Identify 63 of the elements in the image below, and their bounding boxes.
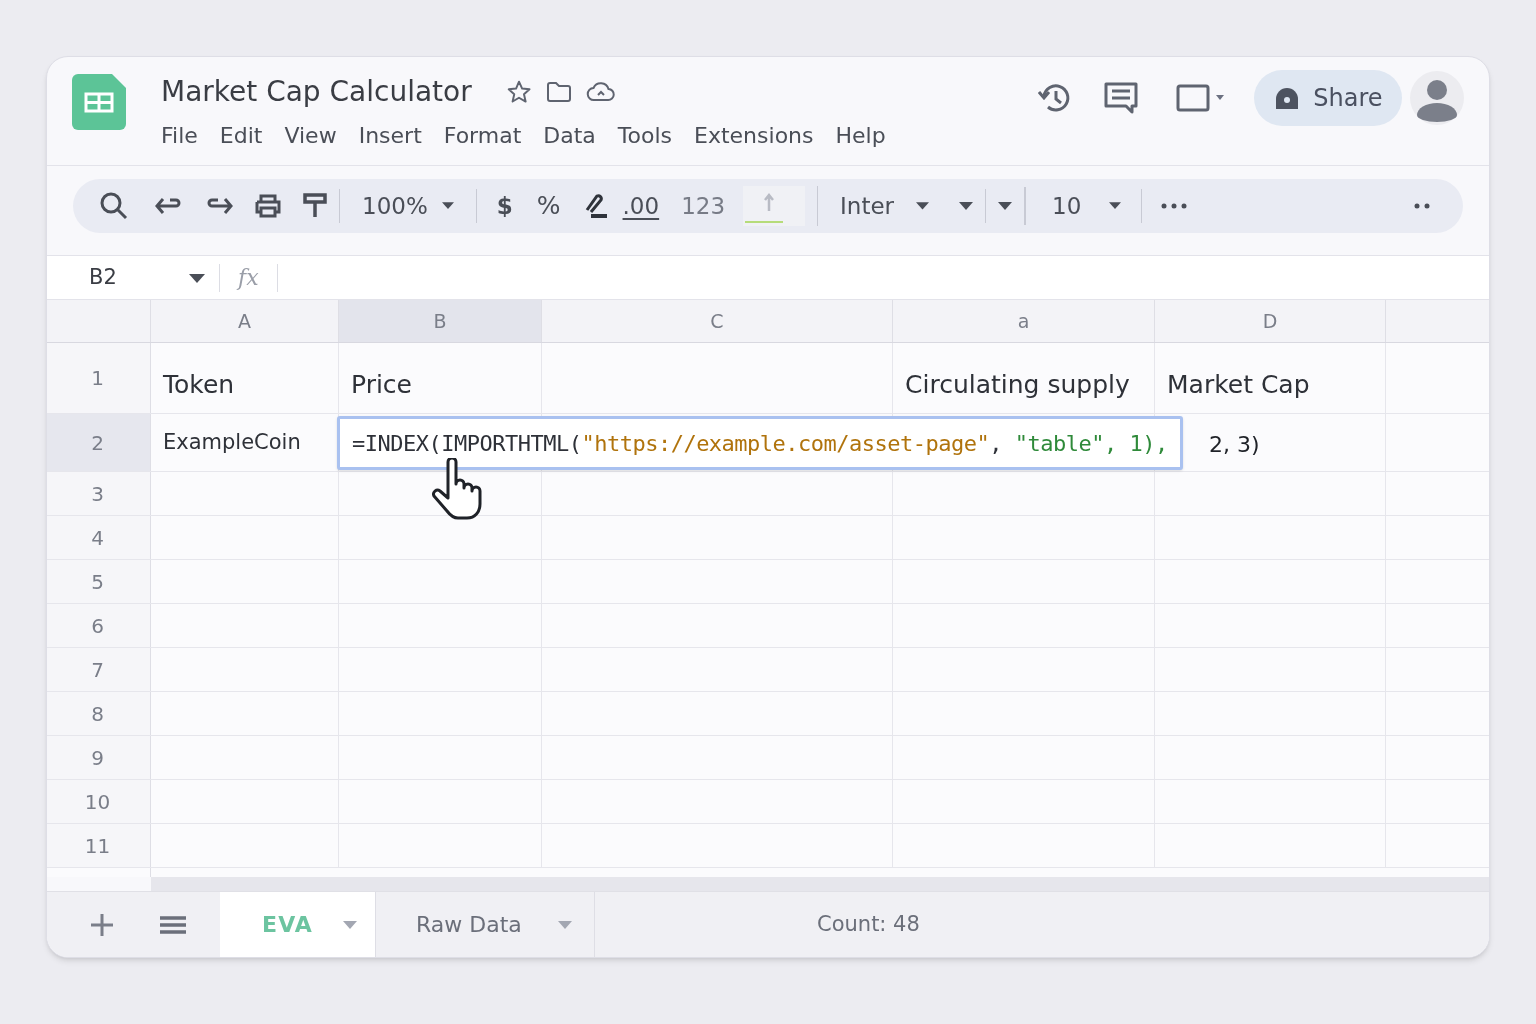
row-header[interactable]: 9 <box>47 736 151 779</box>
menu-item[interactable]: View <box>284 119 337 152</box>
function-label: fx <box>238 264 259 292</box>
caret-icon[interactable] <box>959 201 974 211</box>
caret-icon <box>189 272 205 283</box>
caret-icon <box>441 202 454 210</box>
row-header[interactable]: 2 <box>47 414 151 471</box>
print-icon[interactable] <box>255 194 281 218</box>
cell-text: Token <box>163 369 235 402</box>
folder-icon[interactable] <box>545 81 572 103</box>
cloud-icon[interactable] <box>585 81 616 103</box>
row-header[interactable]: 11 <box>47 824 151 867</box>
row-header[interactable]: 4 <box>47 516 151 559</box>
row-header[interactable]: 7 <box>47 648 151 691</box>
document-title[interactable]: Market Cap Calculator <box>161 71 472 113</box>
menu-item[interactable]: Edit <box>219 119 263 152</box>
row-header[interactable]: 10 <box>47 780 151 823</box>
percent-format-button[interactable]: % <box>536 187 561 225</box>
avatar-icon[interactable] <box>1410 71 1464 125</box>
menu-item[interactable]: Tools <box>617 119 673 152</box>
menu-item[interactable]: Help <box>835 119 886 152</box>
caret-icon <box>916 202 930 210</box>
undo-icon[interactable] <box>155 196 181 216</box>
row-header[interactable]: 8 <box>47 692 151 735</box>
share-button[interactable]: Share <box>1254 70 1402 126</box>
paint-format-icon[interactable] <box>303 193 327 219</box>
search-icon[interactable] <box>99 191 129 221</box>
sheet-tab[interactable]: Raw Data <box>376 892 595 957</box>
row-header[interactable]: 5 <box>47 560 151 603</box>
status-summary: Count: 48 <box>817 910 920 938</box>
menu-item[interactable]: Extensions <box>694 119 814 152</box>
name-box[interactable]: B2 <box>47 261 219 294</box>
row-header[interactable]: 6 <box>47 604 151 647</box>
window-dropdown-icon[interactable] <box>1176 84 1224 112</box>
comment-icon[interactable] <box>1104 82 1138 114</box>
star-icon[interactable] <box>505 79 532 105</box>
cell-text: 2, 3) <box>1209 431 1260 459</box>
number-format-button[interactable]: 123 <box>681 188 726 224</box>
cell-text: ExampleCoin <box>163 428 301 456</box>
menu-icon[interactable] <box>159 914 188 935</box>
horizontal-scrollbar[interactable] <box>151 877 1489 891</box>
caret-icon <box>1109 202 1122 210</box>
add-sheet-icon[interactable] <box>89 912 114 937</box>
font-dropdown[interactable]: Inter <box>830 188 940 224</box>
caret-icon <box>343 920 357 929</box>
history-icon[interactable] <box>1038 82 1072 114</box>
caret-icon[interactable] <box>998 201 1013 211</box>
menu-item[interactable]: Data <box>543 119 596 152</box>
cell-editor[interactable]: =INDEX(IMPORTHTML("https://example.com/asset-page", "table", 1), <box>337 416 1183 470</box>
menu-item[interactable]: Format <box>443 119 522 152</box>
row-header[interactable]: 3 <box>47 472 151 515</box>
currency-format-button[interactable]: $ <box>496 188 513 224</box>
row-header[interactable]: 1 <box>47 343 151 413</box>
cell-text: Circulating supply <box>905 369 1130 402</box>
cell-text: Market Cap <box>1167 369 1310 402</box>
menu-item[interactable]: File <box>161 119 198 152</box>
cell-text: Price <box>351 369 412 402</box>
caret-icon <box>558 920 572 929</box>
zoom-dropdown[interactable]: 100% <box>352 188 464 224</box>
redo-icon[interactable] <box>207 196 233 216</box>
decimal-format-button[interactable]: .00 <box>622 188 660 224</box>
menu-item[interactable]: Insert <box>358 119 422 152</box>
font-size-dropdown[interactable]: 10 <box>1038 188 1136 224</box>
